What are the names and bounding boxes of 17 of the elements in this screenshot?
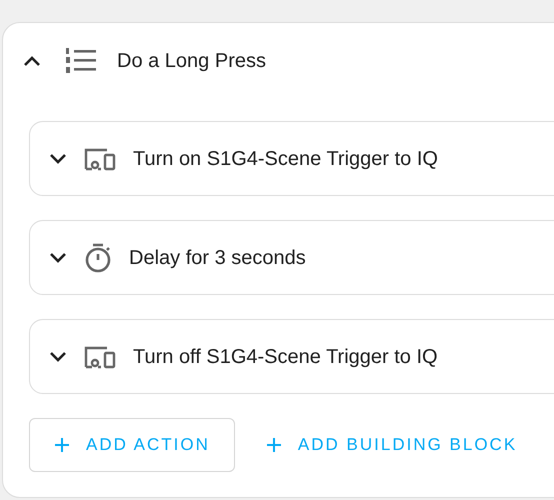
chevron-up-icon[interactable]	[23, 55, 41, 67]
action-card[interactable]: Turn on S1G4-Scene Trigger to IQ	[29, 121, 554, 196]
chevron-down-icon[interactable]	[49, 350, 67, 362]
numbered-list-icon	[65, 48, 97, 74]
devices-icon	[83, 146, 117, 170]
action-card[interactable]: Delay for 3 seconds	[29, 220, 554, 295]
chevron-down-icon[interactable]	[49, 252, 67, 264]
action-label: Delay for 3 seconds	[129, 246, 306, 270]
action-card[interactable]: Turn off S1G4-Scene Trigger to IQ	[29, 319, 554, 394]
chevron-down-icon[interactable]	[49, 152, 67, 164]
action-label: Turn off S1G4-Scene Trigger to IQ	[133, 344, 438, 370]
devices-icon	[83, 344, 117, 368]
action-label: Turn on S1G4-Scene Trigger to IQ	[133, 146, 438, 172]
timer-icon	[83, 242, 113, 274]
plus-icon	[266, 437, 282, 453]
plus-icon	[54, 437, 70, 453]
sequence-title: Do a Long Press	[117, 49, 266, 74]
